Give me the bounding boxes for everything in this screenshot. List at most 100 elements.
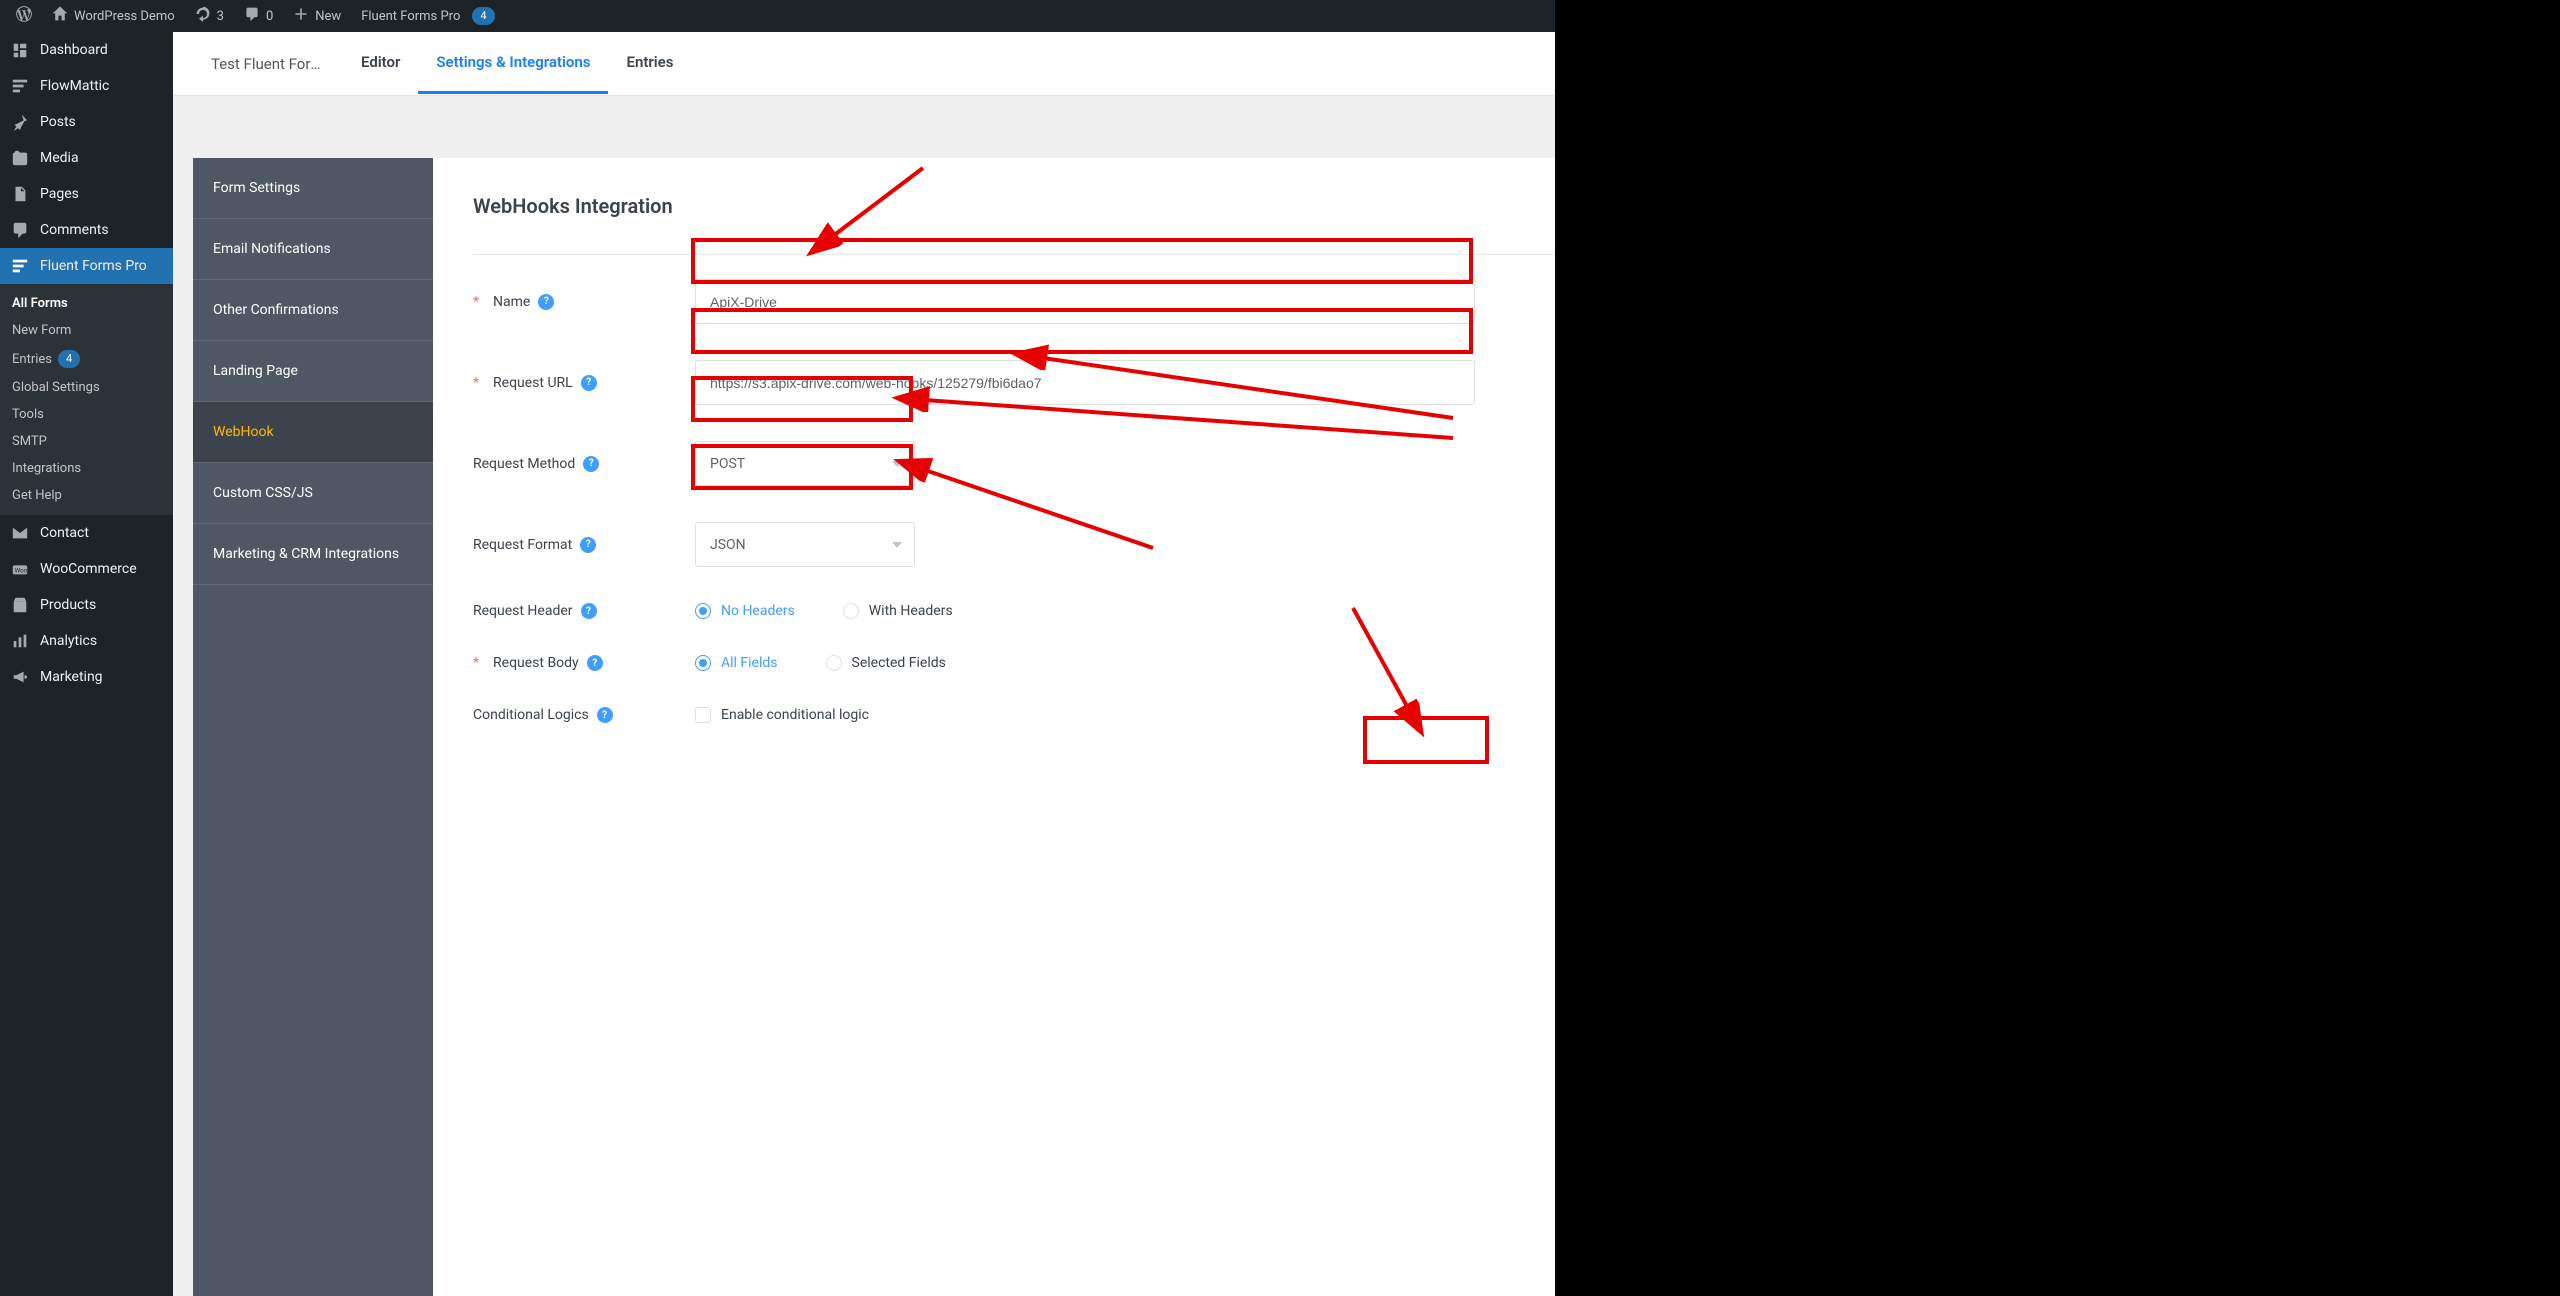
request-method-select[interactable]: POST — [695, 441, 915, 486]
menu-analytics[interactable]: Analytics — [0, 623, 173, 659]
comments-icon — [10, 220, 30, 240]
help-icon[interactable]: ? — [538, 294, 554, 310]
menu-comments[interactable]: Comments — [0, 212, 173, 248]
fluent-forms-adminbar[interactable]: Fluent Forms Pro 4 — [351, 0, 504, 32]
site-name-link[interactable]: WordPress Demo — [42, 0, 185, 32]
help-icon[interactable]: ? — [581, 375, 597, 391]
wp-logo[interactable] — [6, 0, 42, 32]
submenu-label: Global Settings — [12, 380, 100, 395]
label-request-method: Request Method — [473, 456, 575, 472]
wordpress-icon — [16, 6, 32, 26]
radio-all-fields[interactable]: All Fields — [695, 655, 778, 671]
settings-item-marketing-crm[interactable]: Marketing & CRM Integrations — [193, 524, 433, 585]
radio-with-headers[interactable]: With Headers — [843, 603, 953, 619]
radio-circle — [826, 655, 842, 671]
tab-label: Entries — [626, 53, 673, 71]
help-icon[interactable]: ? — [581, 603, 597, 619]
new-content-link[interactable]: New — [283, 0, 351, 32]
menu-label: Posts — [40, 114, 76, 130]
comments-link[interactable]: 0 — [234, 0, 283, 32]
conditional-logic-checkbox[interactable] — [695, 707, 711, 723]
label-request-body: Request Body — [493, 655, 579, 671]
tab-entries[interactable]: Entries — [608, 33, 691, 94]
label-request-header: Request Header — [473, 603, 573, 619]
select-value: JSON — [710, 537, 746, 553]
megaphone-icon — [10, 667, 30, 687]
menu-fluent-forms[interactable]: Fluent Forms Pro — [0, 248, 173, 284]
submenu-entries[interactable]: Entries4 — [0, 344, 173, 374]
menu-marketing[interactable]: Marketing — [0, 659, 173, 695]
submenu-label: New Form — [12, 323, 71, 338]
name-input[interactable] — [695, 279, 1475, 324]
help-icon[interactable]: ? — [580, 537, 596, 553]
menu-label: FlowMattic — [40, 78, 109, 94]
radio-label: Selected Fields — [852, 655, 946, 671]
required-mark: * — [473, 294, 479, 310]
flowmattic-icon — [10, 76, 30, 96]
menu-pages[interactable]: Pages — [0, 176, 173, 212]
form-name-display[interactable]: Test Fluent Forms (Pr… — [193, 55, 343, 73]
plus-icon — [293, 6, 309, 26]
submenu-label: Tools — [12, 407, 44, 422]
ff-settings-sidebar: Form Settings Email Notifications Other … — [193, 158, 433, 1296]
updates-link[interactable]: 3 — [185, 0, 234, 32]
radio-label: All Fields — [721, 655, 778, 671]
settings-item-other-confirmations[interactable]: Other Confirmations — [193, 280, 433, 341]
new-label: New — [315, 9, 341, 24]
pages-icon — [10, 184, 30, 204]
letterbox — [1555, 0, 2560, 1296]
radio-circle — [843, 603, 859, 619]
panel-title: WebHooks Integration — [473, 194, 673, 218]
submenu-integrations[interactable]: Integrations — [0, 455, 173, 482]
settings-item-form-settings[interactable]: Form Settings — [193, 158, 433, 219]
tab-settings-integrations[interactable]: Settings & Integrations — [418, 33, 608, 94]
submenu-all-forms[interactable]: All Forms — [0, 290, 173, 317]
settings-label: Custom CSS/JS — [213, 485, 313, 501]
help-icon[interactable]: ? — [583, 456, 599, 472]
submenu-get-help[interactable]: Get Help — [0, 482, 173, 509]
menu-products[interactable]: Products — [0, 587, 173, 623]
submenu-global-settings[interactable]: Global Settings — [0, 374, 173, 401]
entries-badge: 4 — [58, 350, 80, 368]
request-format-select[interactable]: JSON — [695, 522, 915, 567]
settings-item-email-notifications[interactable]: Email Notifications — [193, 219, 433, 280]
svg-text:Woo: Woo — [15, 567, 28, 575]
help-icon[interactable]: ? — [587, 655, 603, 671]
menu-media[interactable]: Media — [0, 140, 173, 176]
submenu-label: SMTP — [12, 434, 47, 449]
settings-label: Landing Page — [213, 363, 298, 379]
label-request-format: Request Format — [473, 537, 572, 553]
tab-label: Editor — [361, 53, 400, 71]
menu-woocommerce[interactable]: Woo WooCommerce — [0, 551, 173, 587]
comments-count: 0 — [266, 9, 273, 24]
menu-dashboard[interactable]: Dashboard — [0, 32, 173, 68]
submenu-tools[interactable]: Tools — [0, 401, 173, 428]
menu-label: Contact — [40, 525, 89, 541]
label-request-url: Request URL — [493, 375, 573, 391]
label-name: Name — [493, 294, 530, 310]
pin-icon — [10, 112, 30, 132]
submenu-label: All Forms — [12, 296, 68, 311]
request-url-input[interactable] — [695, 360, 1475, 405]
menu-contact[interactable]: Contact — [0, 515, 173, 551]
settings-item-webhook[interactable]: WebHook — [193, 402, 433, 463]
menu-flowmattic[interactable]: FlowMattic — [0, 68, 173, 104]
tab-editor[interactable]: Editor — [343, 33, 418, 94]
help-icon[interactable]: ? — [597, 707, 613, 723]
checkbox-label: Enable conditional logic — [721, 707, 869, 723]
wp-admin-sidebar: Dashboard FlowMattic Posts Media Pages C… — [0, 32, 173, 1296]
menu-posts[interactable]: Posts — [0, 104, 173, 140]
required-mark: * — [473, 655, 479, 671]
media-icon — [10, 148, 30, 168]
submenu-smtp[interactable]: SMTP — [0, 428, 173, 455]
settings-label: Other Confirmations — [213, 302, 339, 318]
settings-item-custom-css-js[interactable]: Custom CSS/JS — [193, 463, 433, 524]
radio-no-headers[interactable]: No Headers — [695, 603, 795, 619]
submenu-new-form[interactable]: New Form — [0, 317, 173, 344]
radio-circle — [695, 655, 711, 671]
comment-icon — [244, 6, 260, 26]
radio-selected-fields[interactable]: Selected Fields — [826, 655, 946, 671]
settings-item-landing-page[interactable]: Landing Page — [193, 341, 433, 402]
menu-label: Marketing — [40, 669, 103, 685]
menu-label: Dashboard — [40, 42, 108, 58]
